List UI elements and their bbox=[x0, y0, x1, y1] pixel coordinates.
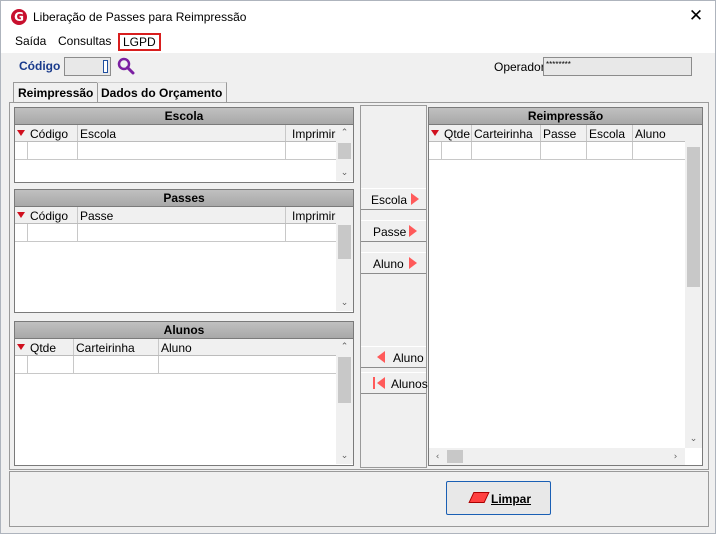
col-header-passe[interactable]: Passe bbox=[543, 127, 576, 141]
col-header-carteirinha[interactable]: Carteirinha bbox=[474, 127, 533, 141]
scroll-thumb[interactable] bbox=[338, 143, 351, 159]
clear-button[interactable]: Limpar bbox=[446, 481, 551, 515]
add-passe-button[interactable]: Passe bbox=[361, 220, 426, 242]
sort-indicator-icon[interactable] bbox=[17, 130, 25, 136]
col-header-codigo[interactable]: Código bbox=[30, 127, 68, 141]
code-label: Código bbox=[19, 59, 61, 73]
alunos-panel-title: Alunos bbox=[15, 322, 353, 339]
escola-scrollbar[interactable]: ⌃ ⌄ bbox=[336, 125, 353, 181]
scroll-left-icon[interactable]: ‹ bbox=[429, 450, 446, 464]
reimpressao-grid-header: Qtde Carteirinha Passe Escola Aluno bbox=[429, 125, 702, 142]
sort-indicator-icon[interactable] bbox=[431, 130, 439, 136]
remove-all-alunos-button[interactable]: Alunos bbox=[361, 372, 428, 394]
arrow-left-icon bbox=[377, 351, 385, 363]
scroll-thumb[interactable] bbox=[338, 225, 351, 259]
reimpressao-hscrollbar[interactable]: ‹ › bbox=[429, 448, 685, 465]
main-window: G Liberação de Passes para Reimpressão ✕… bbox=[0, 0, 716, 534]
arrow-right-icon bbox=[411, 193, 419, 205]
window-title: Liberação de Passes para Reimpressão bbox=[33, 10, 247, 24]
operator-label: Operador bbox=[494, 60, 545, 74]
hscroll-thumb[interactable] bbox=[447, 450, 463, 463]
menu-bar: Saída Consultas LGPD bbox=[1, 31, 715, 53]
scroll-up-icon[interactable]: ⌃ bbox=[336, 126, 353, 140]
col-header-carteirinha[interactable]: Carteirinha bbox=[76, 341, 135, 355]
col-header-qtde[interactable]: Qtde bbox=[30, 341, 56, 355]
passes-panel: Passes Código Passe Imprimir ⌄ bbox=[14, 189, 354, 313]
col-header-imprimir[interactable]: Imprimir bbox=[292, 127, 335, 141]
col-header-escola[interactable]: Escola bbox=[80, 127, 116, 141]
code-input[interactable] bbox=[64, 57, 111, 76]
clear-button-label: Limpar bbox=[491, 492, 532, 506]
scroll-down-icon[interactable]: ⌄ bbox=[336, 449, 353, 463]
menu-lgpd[interactable]: LGPD bbox=[118, 33, 161, 51]
close-icon[interactable]: ✕ bbox=[685, 6, 707, 26]
alunos-panel: Alunos Qtde Carteirinha Aluno ⌃ ⌄ bbox=[14, 321, 354, 466]
table-row[interactable] bbox=[15, 356, 336, 374]
scroll-right-icon[interactable]: › bbox=[667, 450, 684, 464]
table-row[interactable] bbox=[15, 142, 336, 160]
col-header-imprimir[interactable]: Imprimir bbox=[292, 209, 335, 223]
reimpressao-panel: Reimpressão Qtde Carteirinha Passe Escol… bbox=[428, 107, 703, 466]
reimpressao-panel-title: Reimpressão bbox=[429, 108, 702, 125]
title-bar: G Liberação de Passes para Reimpressão ✕ bbox=[1, 1, 715, 31]
tab-reimpressao[interactable]: Reimpressão bbox=[13, 82, 99, 103]
escola-grid-header: Código Escola Imprimir bbox=[15, 125, 353, 142]
footer-bar bbox=[9, 471, 709, 527]
add-aluno-button[interactable]: Aluno bbox=[361, 252, 426, 274]
alunos-grid-header: Qtde Carteirinha Aluno bbox=[15, 339, 353, 356]
input-caret-icon bbox=[103, 60, 108, 73]
remove-aluno-label: Aluno bbox=[393, 351, 424, 365]
sort-indicator-icon[interactable] bbox=[17, 344, 25, 350]
passes-grid-header: Código Passe Imprimir bbox=[15, 207, 353, 224]
arrow-first-icon bbox=[373, 377, 375, 389]
arrow-right-icon bbox=[409, 225, 417, 237]
col-header-codigo[interactable]: Código bbox=[30, 209, 68, 223]
reimpressao-vscrollbar[interactable]: ⌄ bbox=[685, 125, 702, 448]
remove-aluno-button[interactable]: Aluno bbox=[361, 346, 426, 368]
col-header-aluno[interactable]: Aluno bbox=[635, 127, 666, 141]
scroll-down-icon[interactable]: ⌄ bbox=[336, 166, 353, 180]
table-row[interactable] bbox=[429, 142, 685, 160]
col-header-aluno[interactable]: Aluno bbox=[161, 341, 192, 355]
arrow-right-icon bbox=[409, 257, 417, 269]
add-escola-label: Escola bbox=[371, 193, 408, 207]
tab-dados-orcamento[interactable]: Dados do Orçamento bbox=[97, 82, 228, 102]
app-logo-icon: G bbox=[11, 9, 27, 25]
add-passe-label: Passe bbox=[373, 225, 407, 239]
passes-scrollbar[interactable]: ⌄ bbox=[336, 207, 353, 311]
eraser-icon bbox=[468, 492, 490, 503]
scroll-up-icon[interactable]: ⌃ bbox=[336, 340, 353, 354]
table-row[interactable] bbox=[15, 224, 336, 242]
escola-panel: Escola Código Escola Imprimir ⌃ ⌄ bbox=[14, 107, 354, 183]
passes-panel-title: Passes bbox=[15, 190, 353, 207]
escola-panel-title: Escola bbox=[15, 108, 353, 125]
sort-indicator-icon[interactable] bbox=[17, 212, 25, 218]
add-escola-button[interactable]: Escola bbox=[361, 188, 426, 210]
arrow-left-icon bbox=[377, 377, 385, 389]
col-header-qtde[interactable]: Qtde bbox=[444, 127, 470, 141]
remove-all-alunos-label: Alunos bbox=[391, 377, 428, 391]
scroll-down-icon[interactable]: ⌄ bbox=[685, 432, 702, 446]
operator-field: ******** bbox=[543, 57, 692, 76]
search-icon[interactable] bbox=[117, 57, 135, 75]
add-aluno-label: Aluno bbox=[373, 257, 404, 271]
col-header-escola[interactable]: Escola bbox=[589, 127, 625, 141]
scroll-thumb[interactable] bbox=[338, 357, 351, 403]
menu-consultas[interactable]: Consultas bbox=[58, 34, 111, 48]
menu-saida[interactable]: Saída bbox=[15, 34, 46, 48]
move-buttons-column: Escola Passe Aluno Aluno Alunos bbox=[360, 105, 428, 468]
col-header-passe[interactable]: Passe bbox=[80, 209, 113, 223]
scroll-thumb[interactable] bbox=[687, 147, 700, 287]
alunos-scrollbar[interactable]: ⌃ ⌄ bbox=[336, 339, 353, 464]
scroll-down-icon[interactable]: ⌄ bbox=[336, 296, 353, 310]
